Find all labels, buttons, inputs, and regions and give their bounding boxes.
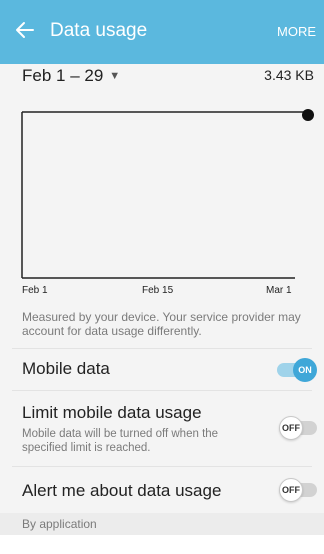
limit-toggle[interactable]: OFF (279, 416, 317, 440)
toggle-knob: OFF (279, 416, 303, 440)
x-tick-label: Feb 1 (22, 285, 48, 296)
toggle-knob: ON (293, 358, 317, 382)
x-tick-label: Feb 15 (142, 285, 174, 296)
triangle-down-icon: ▼ (109, 70, 121, 82)
page-title: Data usage (50, 20, 148, 41)
x-tick-label: Mar 1 (266, 285, 292, 296)
section-header: By application (0, 513, 324, 535)
mobile-data-row[interactable]: Mobile data ON (0, 349, 324, 390)
total-usage: 3.43 KB (264, 67, 314, 83)
alert-label: Alert me about data usage (22, 481, 222, 500)
measurement-note: Measured by your device. Your service pr… (22, 310, 301, 338)
app-list-row[interactable] (0, 535, 324, 554)
limit-description: Mobile data will be turned off when the … (22, 428, 219, 454)
limit-row[interactable]: Limit mobile data usage Mobile data will… (0, 391, 324, 466)
period-selector[interactable]: Feb 1 – 29 ▼ (22, 65, 120, 87)
mobile-data-toggle[interactable]: ON (277, 358, 317, 382)
period-label: Feb 1 – 29 (22, 66, 104, 85)
alert-toggle[interactable]: OFF (279, 478, 317, 502)
usage-chart (21, 109, 314, 279)
toggle-knob: OFF (279, 478, 303, 502)
back-arrow-icon[interactable] (14, 19, 36, 41)
app-bar: Data usage MORE (0, 0, 324, 64)
limit-label: Limit mobile data usage (22, 403, 202, 422)
mobile-data-label: Mobile data (22, 359, 110, 378)
alert-row[interactable]: Alert me about data usage OFF (0, 467, 324, 513)
more-button[interactable]: MORE (277, 24, 316, 39)
section-header-label: By application (22, 517, 97, 531)
usage-limit-handle (302, 109, 314, 121)
